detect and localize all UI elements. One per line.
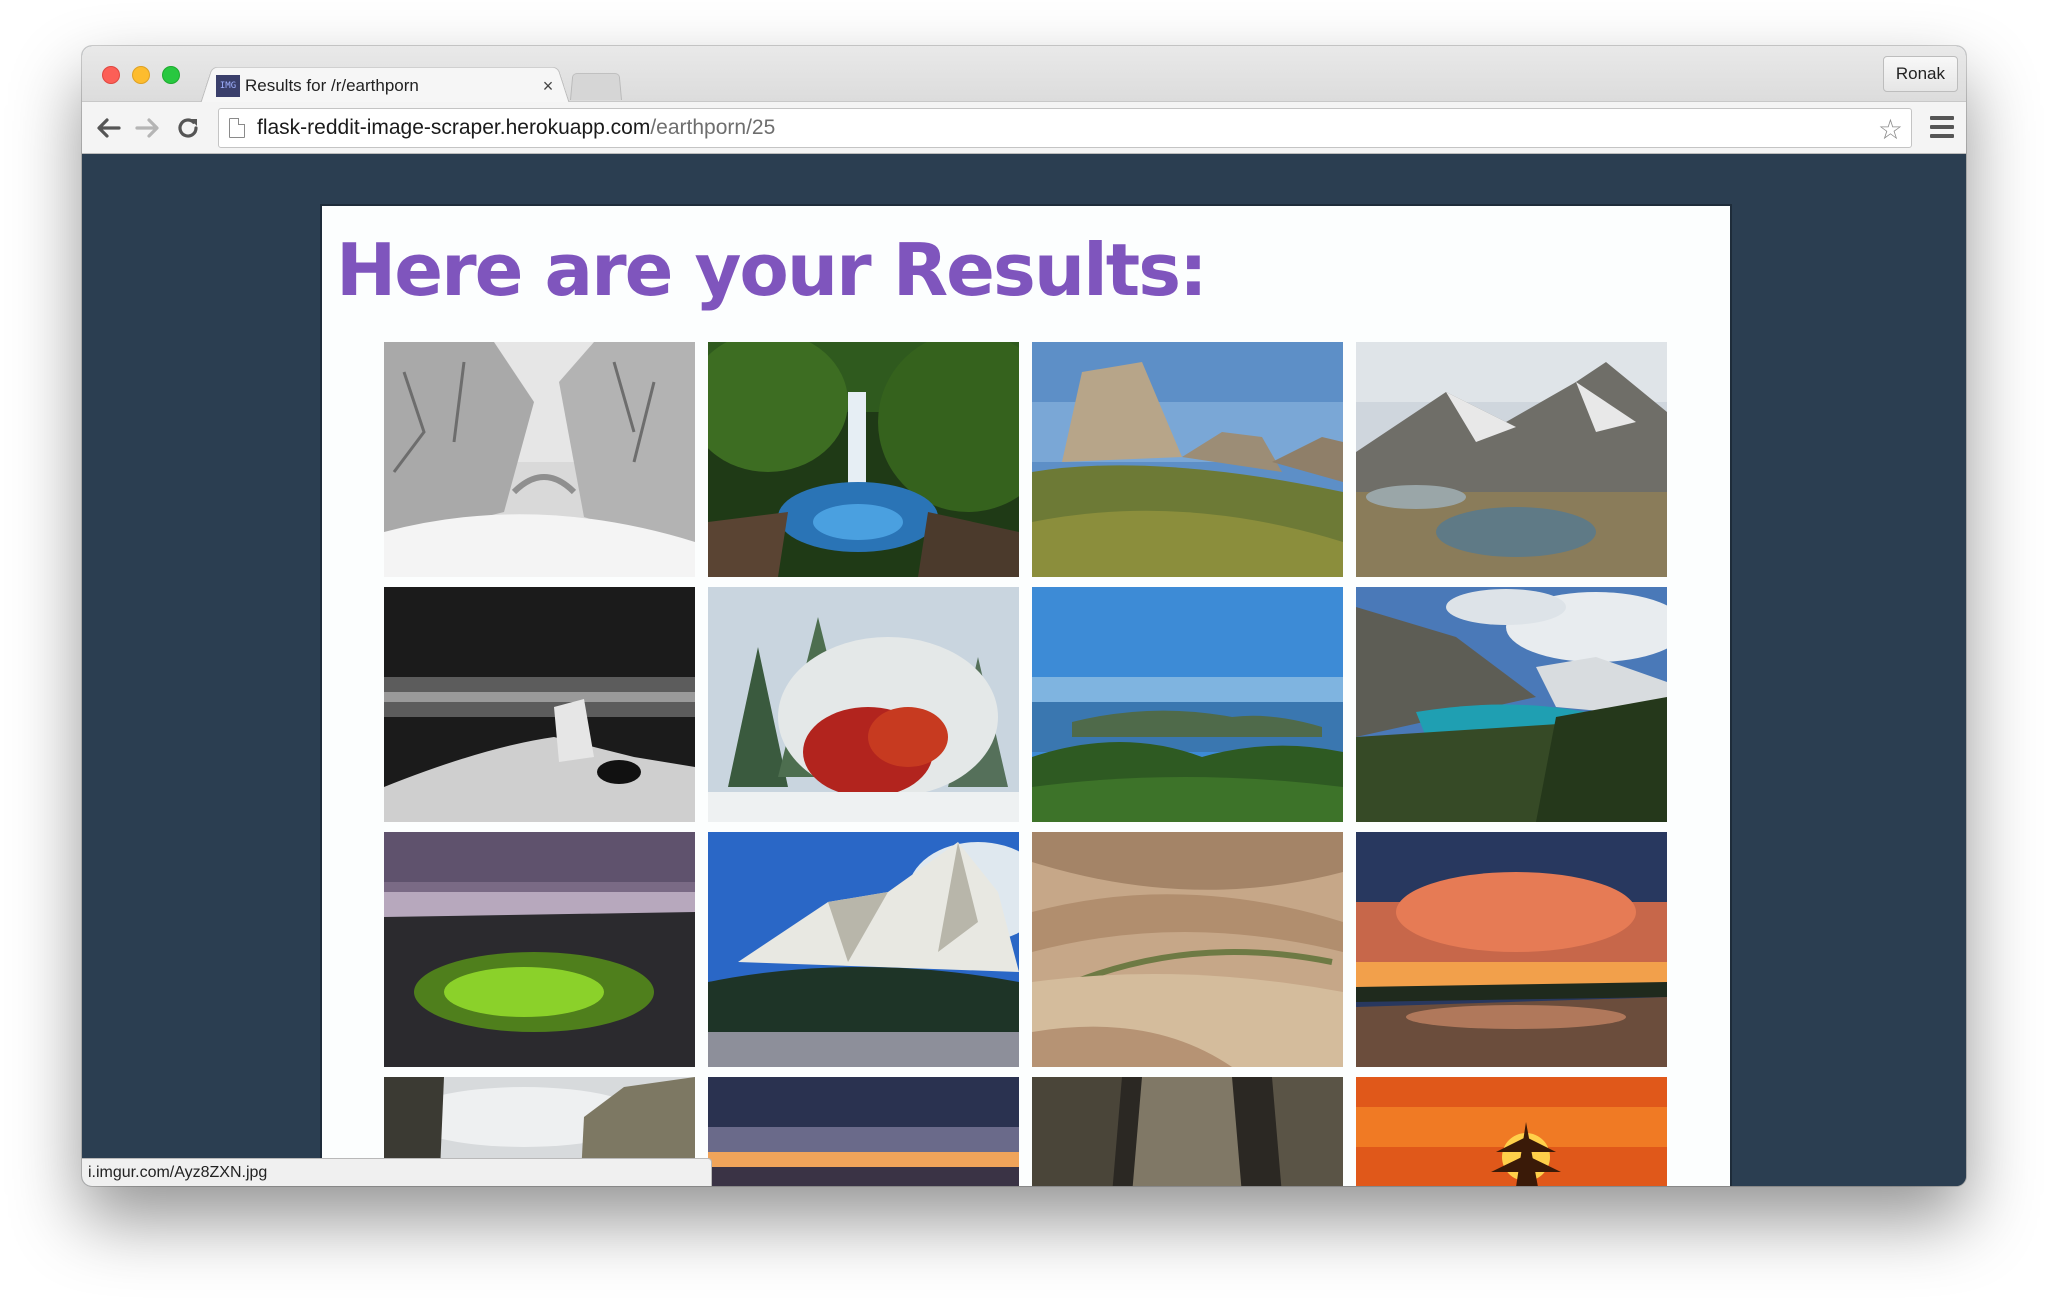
url-text: flask-reddit-image-scraper.herokuapp.com… <box>257 116 775 140</box>
hamburger-menu-icon[interactable] <box>1930 116 1954 138</box>
results-card: Here are your Results: <box>320 204 1732 1186</box>
reload-icon[interactable] <box>172 112 204 144</box>
image-thumbnail[interactable] <box>1356 1077 1667 1186</box>
image-thumbnail[interactable] <box>1032 587 1343 822</box>
back-arrow-icon[interactable] <box>92 112 124 144</box>
image-thumbnail[interactable] <box>384 587 695 822</box>
forward-arrow-icon[interactable] <box>132 112 164 144</box>
favicon-icon: IMG <box>216 75 240 97</box>
image-thumbnail[interactable] <box>1032 832 1343 1067</box>
page-icon <box>229 118 245 138</box>
image-thumbnail[interactable] <box>708 1077 1019 1186</box>
profile-button[interactable]: Ronak <box>1882 56 1958 92</box>
browser-window: IMG Results for /r/earthporn × Ronak fla… <box>82 46 1966 1186</box>
tab-results[interactable]: IMG Results for /r/earthporn × <box>212 68 562 104</box>
close-window-button[interactable] <box>102 66 120 84</box>
image-thumbnail[interactable] <box>1356 832 1667 1067</box>
image-thumbnail[interactable] <box>1032 342 1343 577</box>
star-icon[interactable]: ☆ <box>1878 113 1903 146</box>
image-thumbnail[interactable] <box>708 587 1019 822</box>
browser-toolbar: flask-reddit-image-scraper.herokuapp.com… <box>82 102 1966 154</box>
url-host: flask-reddit-image-scraper.herokuapp.com <box>257 116 651 139</box>
image-thumbnail[interactable] <box>1356 342 1667 577</box>
minimize-window-button[interactable] <box>132 66 150 84</box>
tab-strip: IMG Results for /r/earthporn × Ronak <box>82 46 1966 104</box>
image-thumbnail[interactable] <box>384 832 695 1067</box>
image-grid <box>384 342 1667 1186</box>
new-tab-button[interactable] <box>570 73 622 100</box>
address-bar[interactable]: flask-reddit-image-scraper.herokuapp.com… <box>218 108 1912 148</box>
page-title: Here are your Results: <box>336 228 1208 312</box>
maximize-window-button[interactable] <box>162 66 180 84</box>
image-thumbnail[interactable] <box>708 832 1019 1067</box>
url-path: /earthporn/25 <box>650 116 776 139</box>
image-thumbnail[interactable] <box>1356 587 1667 822</box>
image-thumbnail[interactable] <box>1032 1077 1343 1186</box>
image-thumbnail[interactable] <box>384 342 695 577</box>
status-bar-url: i.imgur.com/Ayz8ZXN.jpg <box>82 1158 712 1186</box>
page-viewport: Here are your Results: i.imgur.com/Ayz8Z… <box>82 154 1966 1186</box>
tab-title: Results for /r/earthporn <box>245 76 419 95</box>
image-thumbnail[interactable] <box>708 342 1019 577</box>
tab-close-icon[interactable]: × <box>538 76 558 97</box>
